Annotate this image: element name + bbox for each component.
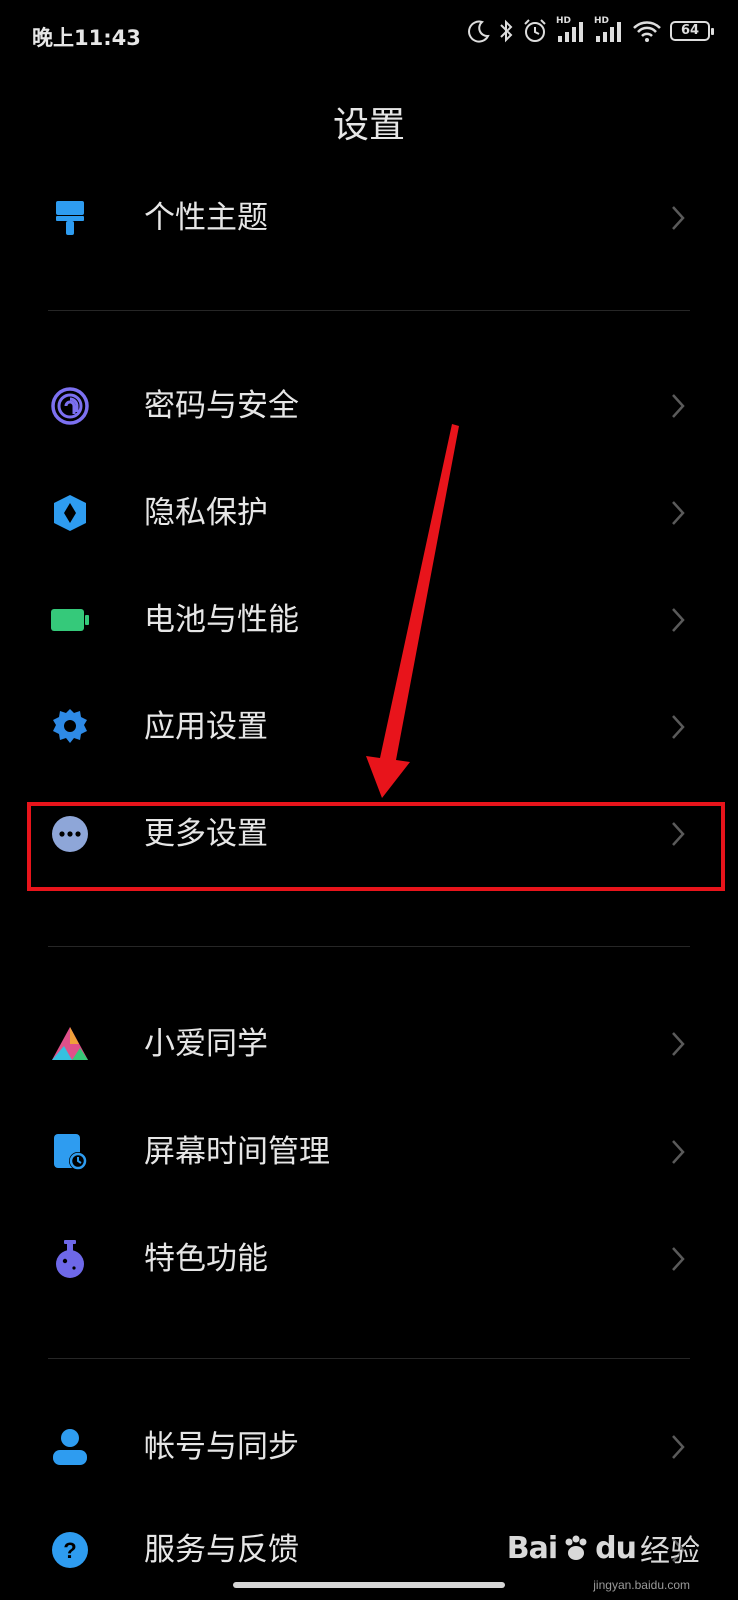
theme-brush-icon bbox=[56, 201, 84, 235]
settings-item-label: 密码与安全 bbox=[144, 388, 299, 424]
settings-item-xiaoai[interactable]: 小爱同学 bbox=[0, 994, 738, 1094]
watermark-brand-2: du bbox=[595, 1530, 637, 1566]
watermark-cn: 经验 bbox=[640, 1534, 700, 1569]
bluetooth-icon bbox=[500, 19, 513, 43]
privacy-shield-icon bbox=[54, 495, 86, 531]
settings-item-label: 服务与反馈 bbox=[144, 1532, 299, 1568]
fingerprint-icon bbox=[51, 387, 89, 425]
settings-item-label: 帐号与同步 bbox=[144, 1429, 299, 1465]
settings-item-theme[interactable]: 个性主题 bbox=[0, 168, 738, 268]
xiaoai-icon bbox=[52, 1027, 88, 1060]
status-bar: 晚上11:43 HD HD 64 bbox=[0, 0, 738, 70]
chevron-right-icon bbox=[672, 1140, 685, 1164]
status-time: 晚上11:43 bbox=[32, 26, 141, 50]
page-title: 设置 bbox=[332, 105, 405, 146]
settings-item-label: 电池与性能 bbox=[144, 602, 299, 638]
chevron-right-icon bbox=[672, 1435, 685, 1459]
annotation-highlight-box bbox=[27, 802, 725, 891]
screen-time-icon bbox=[54, 1134, 87, 1170]
settings-item-label: 屏幕时间管理 bbox=[144, 1134, 330, 1170]
baidu-watermark: Bai du 经验 bbox=[507, 1526, 700, 1570]
moon-icon bbox=[468, 20, 490, 43]
wifi-icon bbox=[633, 21, 661, 42]
settings-item-label: 特色功能 bbox=[144, 1241, 268, 1277]
section-divider bbox=[48, 946, 690, 947]
battery-icon bbox=[51, 609, 89, 631]
chevron-right-icon bbox=[672, 206, 685, 230]
settings-item-app-settings[interactable]: 应用设置 bbox=[0, 677, 738, 777]
chevron-right-icon bbox=[672, 1032, 685, 1056]
battery-level: 64 bbox=[680, 23, 700, 38]
home-indicator[interactable] bbox=[233, 1582, 505, 1588]
section-divider bbox=[48, 310, 690, 311]
account-icon bbox=[53, 1429, 87, 1465]
section-divider bbox=[48, 1358, 690, 1359]
battery-indicator: 64 bbox=[670, 21, 714, 41]
chevron-right-icon bbox=[672, 715, 685, 739]
chevron-right-icon bbox=[672, 1247, 685, 1271]
settings-item-account-sync[interactable]: 帐号与同步 bbox=[0, 1397, 738, 1497]
signal-icon-1: HD bbox=[556, 16, 586, 44]
paw-icon bbox=[565, 1535, 587, 1560]
settings-item-privacy[interactable]: 隐私保护 bbox=[0, 463, 738, 563]
help-icon: ? bbox=[52, 1532, 88, 1568]
settings-item-label: 隐私保护 bbox=[144, 495, 268, 531]
signal-icon-2: HD bbox=[594, 16, 624, 44]
settings-item-special-features[interactable]: 特色功能 bbox=[0, 1209, 738, 1309]
settings-item-label: 小爱同学 bbox=[144, 1026, 268, 1062]
settings-item-battery[interactable]: 电池与性能 bbox=[0, 570, 738, 670]
svg-text:?: ? bbox=[63, 1538, 76, 1563]
settings-item-password-security[interactable]: 密码与安全 bbox=[0, 356, 738, 456]
settings-item-label: 应用设置 bbox=[144, 709, 268, 745]
flask-icon bbox=[56, 1240, 84, 1278]
alarm-icon bbox=[524, 19, 546, 42]
chevron-right-icon bbox=[672, 608, 685, 632]
gear-icon bbox=[53, 709, 87, 743]
watermark-url: jingyan.baidu.com bbox=[593, 1578, 690, 1592]
chevron-right-icon bbox=[672, 501, 685, 525]
chevron-right-icon bbox=[672, 394, 685, 418]
settings-item-screen-time[interactable]: 屏幕时间管理 bbox=[0, 1102, 738, 1202]
status-icons: HD HD 64 bbox=[468, 16, 714, 44]
watermark-brand: Bai bbox=[506, 1530, 558, 1566]
settings-item-label: 个性主题 bbox=[144, 200, 268, 236]
